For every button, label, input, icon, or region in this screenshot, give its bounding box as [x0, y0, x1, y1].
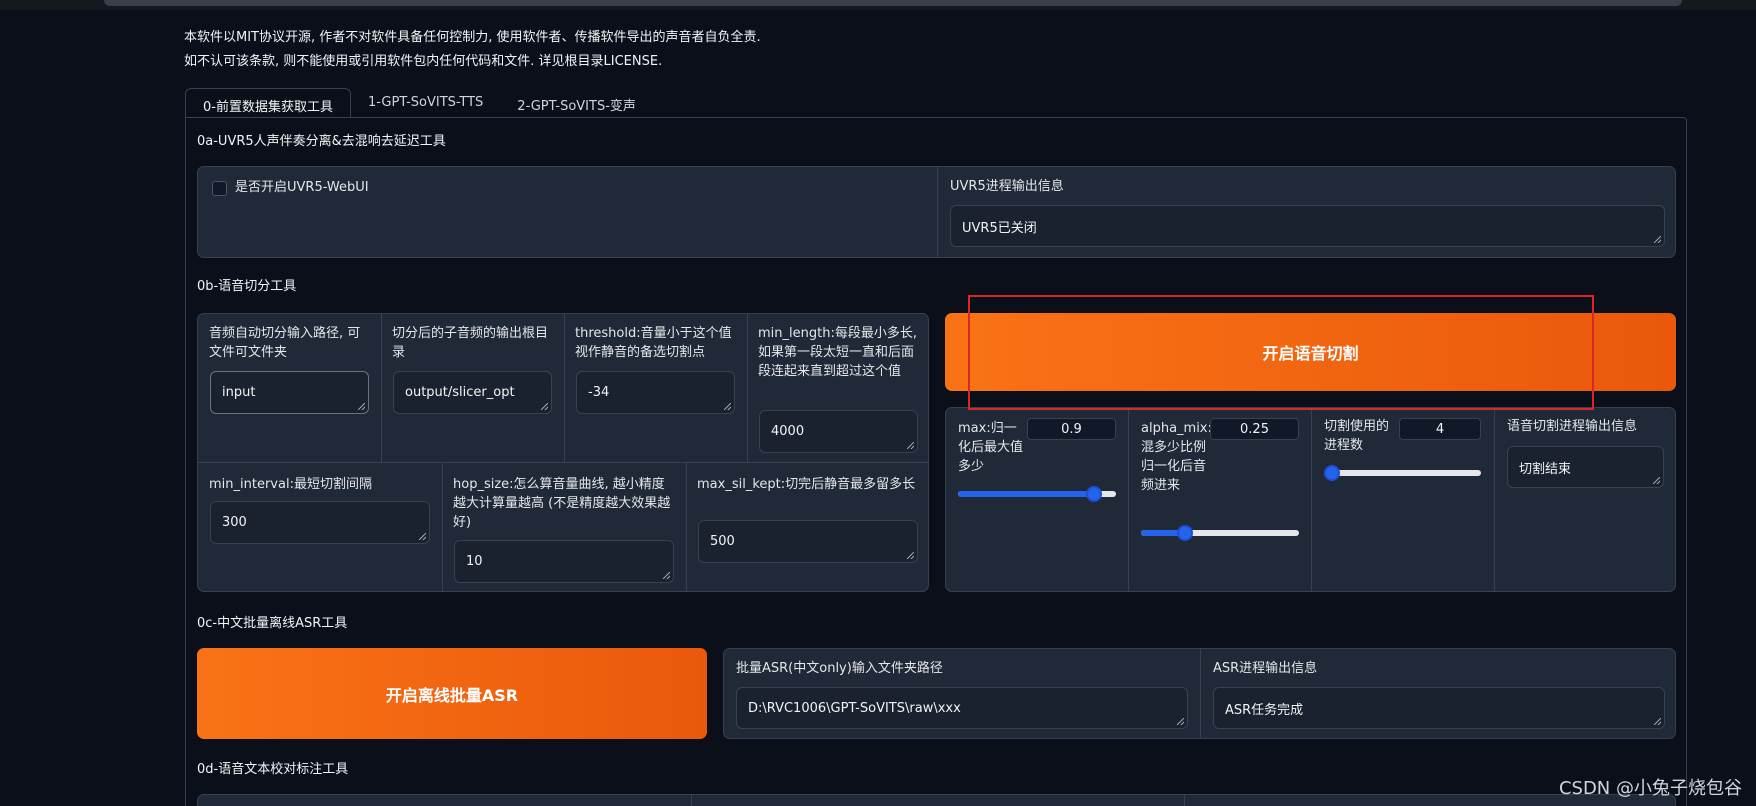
slicing-progress-label: 语音切割进程输出信息 [1507, 419, 1638, 434]
slicer-params-box: 音频自动切分输入路径, 可文件可文件夹 input 切分后的子音频的输出根目录 … [197, 313, 929, 592]
slider-fill [958, 491, 1094, 497]
process-count-label: 切割使用的进程数 [1324, 419, 1390, 453]
asr-output-label: ASR进程输出信息 [1213, 661, 1318, 676]
output-dir-value: output/slicer_opt [405, 385, 515, 400]
asr-output-value: ASR任务完成 [1225, 702, 1304, 718]
tab-bar: 0-前置数据集获取工具 1-GPT-SoVITS-TTS 2-GPT-SoVIT… [185, 88, 653, 118]
divider [1200, 649, 1201, 738]
max-sil-kept-value: 500 [710, 534, 735, 549]
input-path-cell: 音频自动切分输入路径, 可文件可文件夹 [198, 314, 381, 372]
browser-top-bar [0, 0, 1756, 10]
input-path-value: input [222, 385, 256, 400]
asr-box: 批量ASR(中文only)输入文件夹路径 D:\RVC1006\GPT-SoVI… [723, 648, 1676, 739]
slider-track [1324, 470, 1481, 476]
input-path-label: 音频自动切分输入路径, 可文件可文件夹 [209, 326, 361, 360]
threshold-field[interactable]: -34 [576, 371, 735, 414]
alpha-mix-label: alpha_mix:混多少比例归一化后音频进来 [1141, 421, 1212, 493]
min-length-value: 4000 [771, 424, 805, 439]
min-length-field[interactable]: 4000 [759, 410, 918, 453]
csdn-watermark: CSDN @小兔子烧包谷 [1558, 778, 1742, 799]
license-line-2: 如不认可该条款, 则不能使用或引用软件包内任何代码和文件. 详见根目录LICEN… [184, 54, 663, 69]
slicer-section-title: 0b-语音切分工具 [197, 279, 297, 294]
labeling-section-title: 0d-语音文本校对标注工具 [197, 762, 349, 777]
output-dir-field[interactable]: output/slicer_opt [393, 371, 552, 414]
process-count-slider[interactable] [1324, 464, 1481, 482]
min-length-label: min_length:每段最小多长, 如果第一段太短一直和后面段连起来直到超过这… [758, 326, 917, 379]
uvr5-output-label: UVR5进程输出信息 [950, 179, 1064, 194]
asr-section-title: 0c-中文批量离线ASR工具 [197, 616, 348, 631]
tab-tts[interactable]: 1-GPT-SoVITS-TTS [351, 88, 500, 118]
output-dir-label: 切分后的子音频的输出根目录 [392, 326, 549, 360]
uvr5-checkbox-label: 是否开启UVR5-WebUI [235, 180, 369, 195]
max-value: 0.9 [1061, 421, 1082, 437]
slider-thumb[interactable] [1324, 465, 1340, 481]
uvr5-output-field[interactable]: UVR5已关闭 [950, 205, 1665, 247]
license-line-1: 本软件以MIT协议开源, 作者不对软件具备任何控制力, 使用软件者、传播软件导出… [184, 30, 761, 45]
min-interval-label: min_interval:最短切割间隔 [209, 477, 372, 492]
asr-input-field[interactable]: D:\RVC1006\GPT-SoVITS\raw\xxx [736, 687, 1188, 729]
hop-size-cell: hop_size:怎么算音量曲线, 越小精度越大计算量越高 (不是精度越大效果越… [442, 462, 686, 542]
max-sil-kept-cell: max_sil_kept:切完后静音最多留多长 [686, 462, 930, 504]
min-interval-value: 300 [222, 515, 247, 530]
license-notice: 本软件以MIT协议开源, 作者不对软件具备任何控制力, 使用软件者、传播软件导出… [184, 26, 761, 74]
hop-size-value: 10 [466, 554, 483, 569]
slicer-options-box: max:归一化后最大值多少 0.9 alpha_mix:混多少比例归一化后音频进… [945, 407, 1676, 592]
uvr5-section-title: 0a-UVR5人声伴奏分离&去混响去延迟工具 [197, 134, 446, 149]
slider-thumb[interactable] [1086, 486, 1102, 502]
tab-dataset-tools[interactable]: 0-前置数据集获取工具 [185, 88, 351, 118]
labeling-box [197, 794, 1676, 806]
tab-voice-conversion[interactable]: 2-GPT-SoVITS-变声 [500, 88, 653, 118]
uvr5-divider [937, 167, 938, 257]
slicing-progress-field[interactable]: 切割结束 [1507, 446, 1664, 488]
threshold-cell: threshold:音量小于这个值视作静音的备选切割点 [564, 314, 747, 372]
divider [1184, 795, 1185, 806]
divider [691, 795, 692, 806]
uvr5-box: 是否开启UVR5-WebUI UVR5进程输出信息 UVR5已关闭 [197, 166, 1676, 258]
hop-size-label: hop_size:怎么算音量曲线, 越小精度越大计算量越高 (不是精度越大效果越… [453, 477, 671, 530]
max-slider[interactable] [958, 485, 1116, 503]
alpha-mix-number-input[interactable]: 0.25 [1210, 418, 1299, 440]
input-path-field[interactable]: input [210, 371, 369, 414]
asr-input-value: D:\RVC1006\GPT-SoVITS\raw\xxx [748, 700, 961, 716]
slider-thumb[interactable] [1177, 525, 1193, 541]
alpha-mix-value: 0.25 [1240, 421, 1269, 437]
max-label: max:归一化后最大值多少 [958, 421, 1024, 474]
max-sil-kept-field[interactable]: 500 [698, 520, 918, 563]
hop-size-field[interactable]: 10 [454, 540, 674, 583]
min-interval-cell: min_interval:最短切割间隔 [198, 462, 442, 504]
divider [1311, 408, 1312, 591]
slicing-progress-value: 切割结束 [1519, 461, 1572, 477]
output-dir-cell: 切分后的子音频的输出根目录 [381, 314, 564, 372]
process-count-number-input[interactable]: 4 [1399, 418, 1481, 440]
divider [1494, 408, 1495, 591]
max-sil-kept-label: max_sil_kept:切完后静音最多留多长 [697, 477, 916, 492]
asr-output-field[interactable]: ASR任务完成 [1213, 687, 1665, 729]
uvr5-output-value: UVR5已关闭 [962, 220, 1037, 236]
start-asr-button[interactable]: 开启离线批量ASR [197, 648, 707, 739]
scroll-header [104, 0, 1682, 6]
divider [1128, 408, 1129, 591]
asr-input-label: 批量ASR(中文only)输入文件夹路径 [736, 661, 943, 676]
process-count-value: 4 [1435, 421, 1445, 437]
threshold-label: threshold:音量小于这个值视作静音的备选切割点 [575, 326, 732, 360]
alpha-mix-slider[interactable] [1141, 524, 1299, 542]
annotation-highlight-box [968, 295, 1594, 410]
threshold-value: -34 [588, 385, 610, 400]
min-length-cell: min_length:每段最小多长, 如果第一段太短一直和后面段连起来直到超过这… [747, 314, 930, 391]
min-interval-field[interactable]: 300 [210, 501, 430, 544]
max-number-input[interactable]: 0.9 [1027, 418, 1116, 440]
uvr5-checkbox[interactable] [212, 181, 227, 196]
